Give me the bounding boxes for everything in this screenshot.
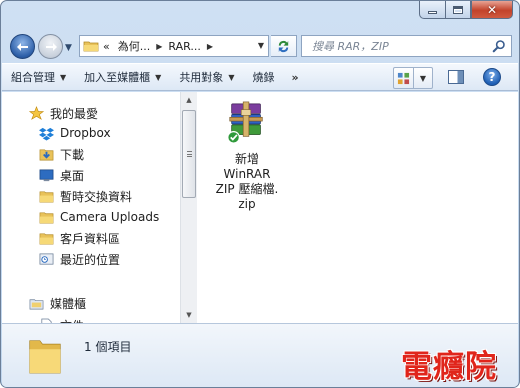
folder-icon [83,40,99,52]
folder-icon [38,209,54,225]
breadcrumb-chevron-icon[interactable]: ▶ [154,42,164,51]
nav-item-desktop[interactable]: 桌面 [38,165,84,185]
grip-icon [187,151,192,157]
file-item[interactable]: 新增 WinRAR ZIP 壓縮檔. zip [210,100,284,212]
nav-libraries-label: 媒體櫃 [50,296,87,311]
organize-menu[interactable]: 組合管理 ▼ [2,64,75,90]
scroll-down-arrow-icon[interactable]: ▼ [181,307,197,323]
nav-item-camera-uploads[interactable]: Camera Uploads [38,207,159,227]
breadcrumb-chevron-icon[interactable]: ▶ [205,42,215,51]
nav-item-temp-exchange[interactable]: 暫時交換資料 [38,186,132,206]
burn-label: 燒錄 [252,71,275,84]
view-icon [394,68,414,88]
explorer-window: ✕ ▼ « 為何... ▶ RAR... ▶ ▼ 搜尋 RAR，ZIP 組合管理… [0,0,520,388]
nav-libraries[interactable]: 媒體櫃 [28,293,86,313]
scroll-up-arrow-icon[interactable]: ▲ [181,92,197,108]
nav-item-downloads[interactable]: 下載 [38,144,84,164]
star-icon [28,105,44,121]
back-button[interactable] [10,34,35,59]
close-icon: ✕ [486,2,498,17]
caption-buttons: ✕ [419,1,513,19]
search-box[interactable]: 搜尋 RAR，ZIP [301,35,512,57]
folder-icon [29,340,61,374]
minimize-icon [428,11,437,14]
desktop-icon [38,167,54,183]
breadcrumb: « 為何... ▶ RAR... ▶ [99,38,215,54]
include-in-library-menu[interactable]: 加入至媒體櫃 ▼ [75,64,170,90]
chevron-down-icon: ▼ [155,72,162,82]
watermark-logo: 電癮院 [401,349,497,385]
breadcrumb-segment[interactable]: RAR... [164,40,204,53]
nav-item-client-data[interactable]: 客戶資料區 [38,228,120,248]
close-button[interactable]: ✕ [471,1,513,19]
downloads-folder-icon [38,146,54,162]
refresh-icon [278,40,289,52]
nav-item-documents[interactable]: 文件 [38,315,84,323]
item-count: 1 個項目 [84,340,132,354]
forward-arrow-icon [45,42,57,51]
folder-icon [38,230,54,246]
breadcrumb-overflow[interactable]: « [99,40,114,53]
nav-favorites-label: 我的最愛 [50,106,99,121]
chevron-down-icon: ▼ [228,72,235,82]
nav-item-label: Camera Uploads [60,210,160,224]
nav-item-recent-places[interactable]: 最近的位置 [38,249,120,269]
nav-pane-scrollbar[interactable]: ▲ ▼ [180,92,197,323]
back-arrow-icon [16,42,28,51]
share-with-label: 共用對象 [179,71,224,84]
help-button[interactable]: ? [483,68,501,86]
navigation-pane: 我的最愛 Dropbox 下載 桌面 暫時交換資料 Camera Uploads… [2,92,180,323]
nav-item-label: 最近的位置 [60,252,121,267]
change-view-button[interactable]: ▼ [393,67,433,89]
nav-item-label: 桌面 [60,168,85,183]
file-list: 新增 WinRAR ZIP 壓縮檔. zip [198,92,518,323]
forward-button[interactable] [38,34,63,59]
minimize-button[interactable] [419,1,445,19]
recent-pages-dropdown[interactable]: ▼ [65,43,72,53]
burn-button[interactable]: 燒錄 [243,64,283,90]
file-name: 新增 WinRAR ZIP 壓縮檔. zip [215,152,279,211]
more-commands-button[interactable]: » [283,71,306,84]
dropbox-icon [38,125,54,141]
libraries-icon [28,295,44,311]
command-bar: 組合管理 ▼ 加入至媒體櫃 ▼ 共用對象 ▼ 燒錄 » ▼ ? [2,63,518,91]
organize-label: 組合管理 [11,71,55,84]
refresh-button[interactable] [271,35,297,57]
nav-item-label: 暫時交換資料 [60,189,133,204]
preview-pane-button[interactable] [448,70,464,84]
nav-item-label: 下載 [60,147,85,162]
folder-icon [38,188,54,204]
chevron-down-icon[interactable]: ▼ [414,74,432,83]
content-area: 我的最愛 Dropbox 下載 桌面 暫時交換資料 Camera Uploads… [2,92,518,323]
include-in-library-label: 加入至媒體櫃 [84,71,151,84]
maximize-button[interactable] [445,1,471,19]
search-input[interactable]: 搜尋 RAR，ZIP [302,38,490,54]
address-dropdown-icon[interactable]: ▼ [258,41,264,50]
nav-item-label: 客戶資料區 [60,231,121,246]
nav-item-label: Dropbox [60,126,111,140]
address-bar[interactable]: « 為何... ▶ RAR... ▶ ▼ [79,35,269,57]
nav-item-dropbox[interactable]: Dropbox [38,123,111,143]
breadcrumb-segment[interactable]: 為何... [114,38,155,54]
scrollbar-thumb[interactable] [182,110,196,198]
maximize-icon [453,5,463,14]
search-icon[interactable] [490,37,508,55]
winrar-archive-icon [227,101,263,144]
share-with-menu[interactable]: 共用對象 ▼ [170,64,243,90]
chevron-down-icon: ▼ [60,72,67,82]
nav-favorites[interactable]: 我的最愛 [28,103,98,123]
recent-places-icon [38,251,54,267]
